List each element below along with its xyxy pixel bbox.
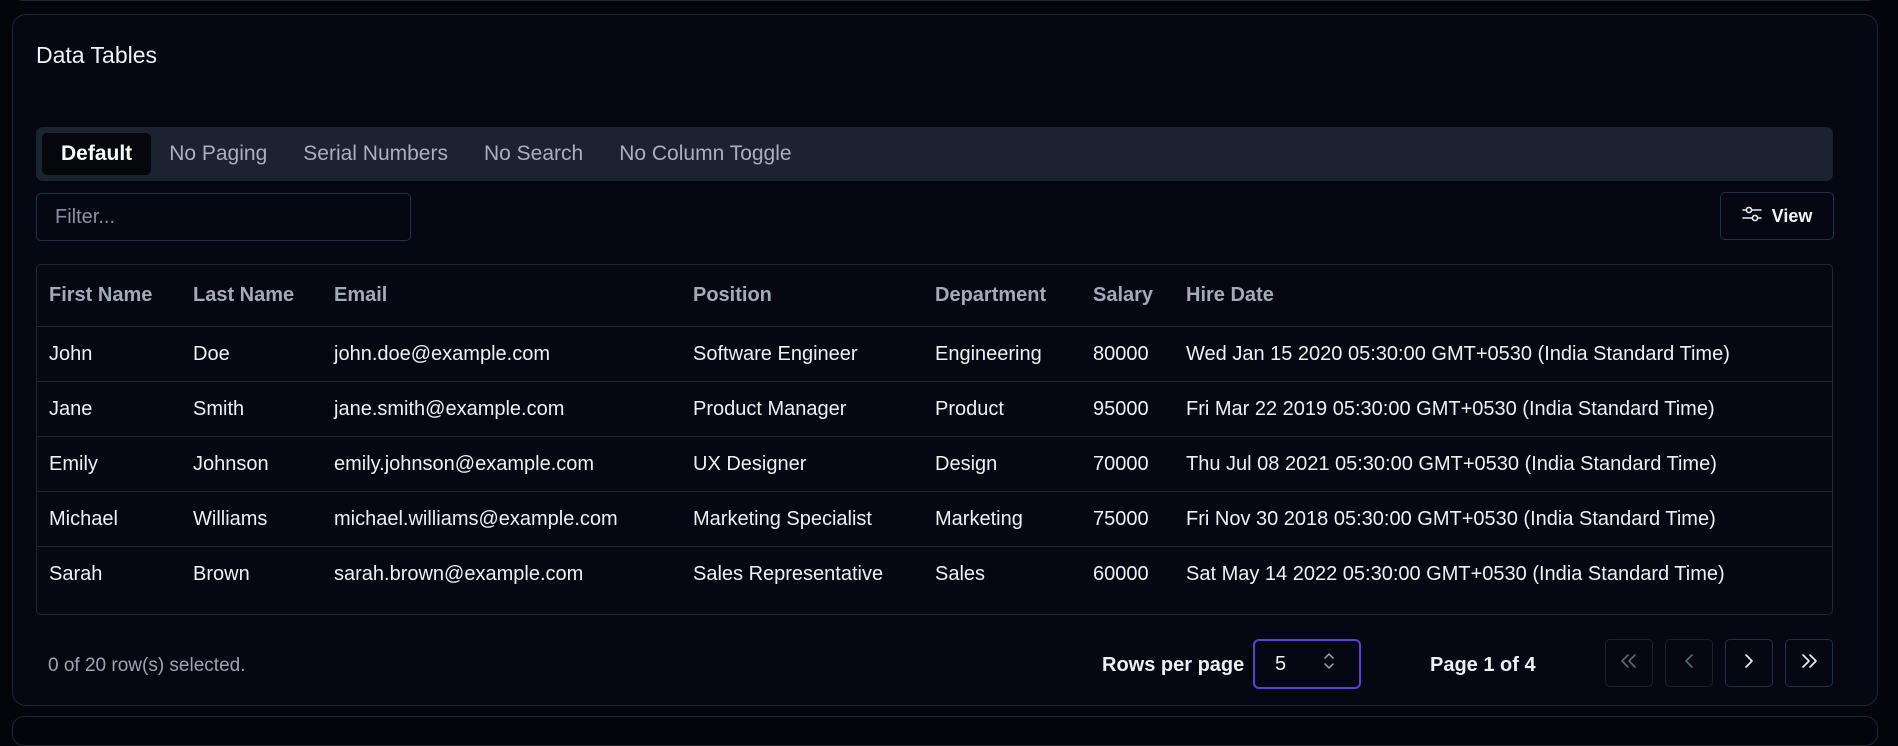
column-header-email[interactable]: Email <box>322 265 681 327</box>
table-row[interactable]: Jane Smith jane.smith@example.com Produc… <box>37 381 1832 437</box>
table-header-row: First Name Last Name Email Position Depa… <box>37 265 1832 327</box>
table-row[interactable]: Sarah Brown sarah.brown@example.com Sale… <box>37 547 1832 602</box>
rows-per-page-select[interactable]: 5 <box>1253 639 1361 689</box>
column-header-last-name[interactable]: Last Name <box>181 265 322 327</box>
column-header-first-name[interactable]: First Name <box>37 265 181 327</box>
rows-per-page-value: 5 <box>1275 652 1287 675</box>
cell-hire-date: Thu Jul 08 2021 05:30:00 GMT+0530 (India… <box>1174 436 1832 492</box>
cell-department: Design <box>923 436 1081 492</box>
column-header-hire-date[interactable]: Hire Date <box>1174 265 1832 327</box>
page-info: Page 1 of 4 <box>1430 654 1536 676</box>
cell-department: Marketing <box>923 491 1081 547</box>
cell-salary: 60000 <box>1093 562 1149 585</box>
cell-email: sarah.brown@example.com <box>334 562 584 585</box>
chevrons-up-down-icon <box>1323 652 1335 676</box>
first-page-button[interactable] <box>1605 639 1653 687</box>
cell-position: UX Designer <box>681 436 923 492</box>
cell-first-name: Jane <box>37 381 181 437</box>
next-page-button[interactable] <box>1725 639 1773 687</box>
chevrons-left-icon <box>1618 652 1640 675</box>
chevron-right-icon <box>1742 652 1756 675</box>
cell-last-name: Brown <box>193 562 250 585</box>
sliders-icon <box>1741 205 1762 228</box>
cell-salary: 95000 <box>1081 381 1174 437</box>
cell-first-name: Sarah <box>49 562 103 585</box>
cell-last-name: Johnson <box>181 436 322 492</box>
cell-last-name: Doe <box>181 326 322 382</box>
previous-card-edge <box>12 0 1878 1</box>
cell-position: Product Manager <box>681 381 923 437</box>
view-button-label: View <box>1771 205 1813 226</box>
cell-first-name: Michael <box>37 491 181 547</box>
cell-email: emily.johnson@example.com <box>322 436 681 492</box>
cell-department: Engineering <box>923 326 1081 382</box>
tab-no-search[interactable]: No Search <box>466 133 601 175</box>
rows-per-page-label: Rows per page <box>1102 654 1245 676</box>
card-title: Data Tables <box>36 42 158 68</box>
cell-last-name: Smith <box>181 381 322 437</box>
cell-hire-date: Fri Mar 22 2019 05:30:00 GMT+0530 (India… <box>1174 381 1832 437</box>
column-header-department[interactable]: Department <box>923 265 1081 327</box>
cell-position: Software Engineer <box>681 326 923 382</box>
cell-position: Sales Representative <box>693 562 884 585</box>
cell-email: john.doe@example.com <box>322 326 681 382</box>
data-table: First Name Last Name Email Position Depa… <box>36 264 1833 615</box>
cell-first-name: John <box>37 326 181 382</box>
next-card-edge <box>12 716 1878 746</box>
cell-hire-date: Wed Jan 15 2020 05:30:00 GMT+0530 (India… <box>1174 326 1832 382</box>
table-variant-tabs: Default No Paging Serial Numbers No Sear… <box>36 127 1833 181</box>
tab-default[interactable]: Default <box>42 133 152 175</box>
cell-email: jane.smith@example.com <box>322 381 681 437</box>
cell-department: Sales <box>935 562 986 585</box>
cell-first-name: Emily <box>37 436 181 492</box>
cell-position: Marketing Specialist <box>681 491 923 547</box>
cell-department: Product <box>923 381 1081 437</box>
cell-salary: 70000 <box>1081 436 1174 492</box>
filter-input[interactable] <box>36 193 411 241</box>
previous-page-button[interactable] <box>1665 639 1713 687</box>
column-header-salary[interactable]: Salary <box>1081 265 1174 327</box>
chevrons-right-icon <box>1798 652 1820 675</box>
tab-no-column-toggle[interactable]: No Column Toggle <box>601 133 809 175</box>
tab-serial-numbers[interactable]: Serial Numbers <box>285 133 466 175</box>
cell-hire-date: Sat May 14 2022 05:30:00 GMT+0530 (India… <box>1186 562 1725 585</box>
view-columns-button[interactable]: View <box>1720 192 1834 240</box>
table-row[interactable]: Emily Johnson emily.johnson@example.com … <box>37 436 1832 492</box>
table-row[interactable]: Michael Williams michael.williams@exampl… <box>37 491 1832 547</box>
table-row[interactable]: John Doe john.doe@example.com Software E… <box>37 326 1832 382</box>
last-page-button[interactable] <box>1785 639 1833 687</box>
selected-rows-count: 0 of 20 row(s) selected. <box>48 655 246 676</box>
cell-hire-date: Fri Nov 30 2018 05:30:00 GMT+0530 (India… <box>1174 491 1832 547</box>
tab-no-paging[interactable]: No Paging <box>151 133 285 175</box>
cell-email: michael.williams@example.com <box>322 491 681 547</box>
cell-last-name: Williams <box>181 491 322 547</box>
cell-salary: 75000 <box>1081 491 1174 547</box>
chevron-left-icon <box>1682 652 1696 675</box>
cell-salary: 80000 <box>1081 326 1174 382</box>
column-header-position[interactable]: Position <box>681 265 923 327</box>
